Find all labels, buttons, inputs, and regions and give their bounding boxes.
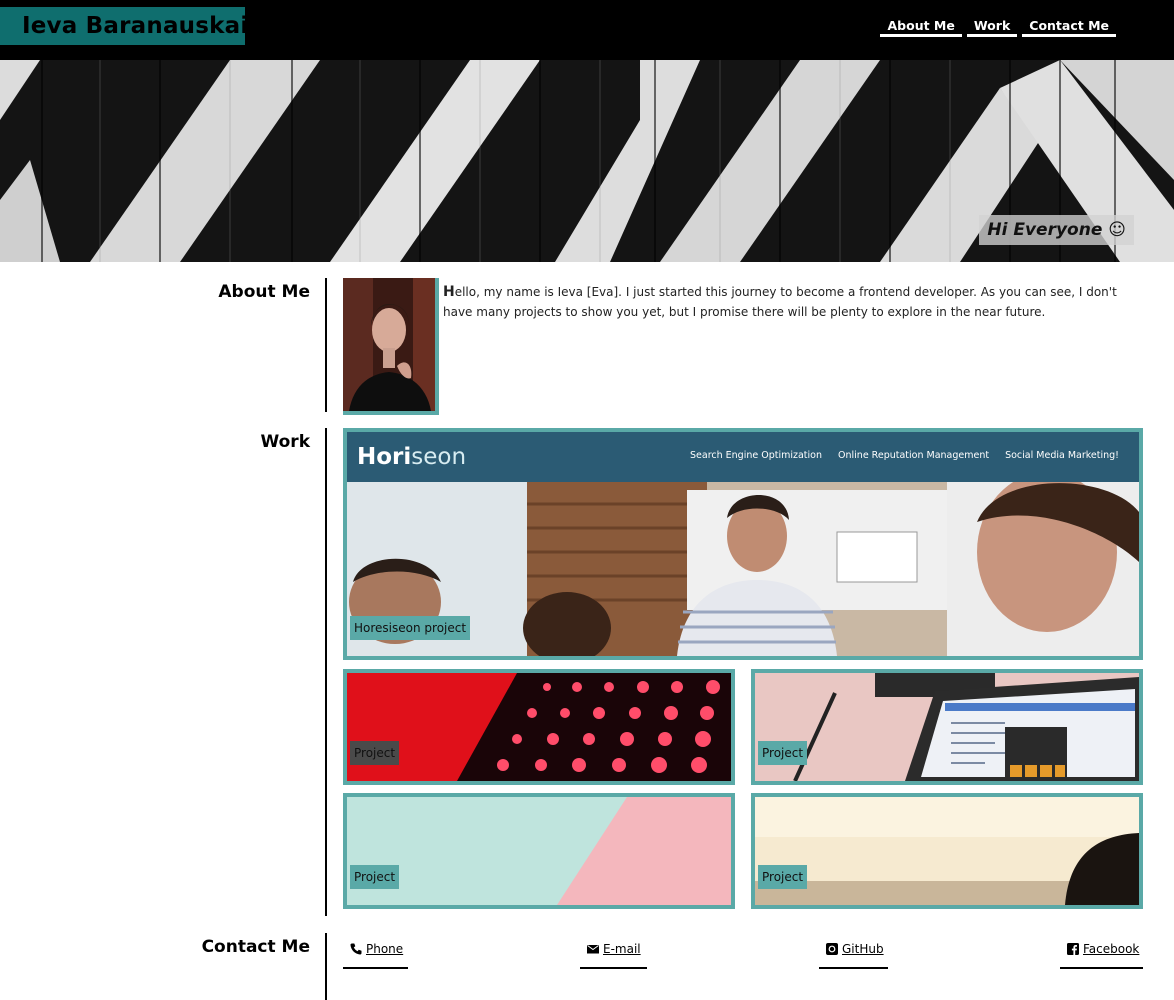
- project-card[interactable]: Project: [343, 669, 735, 785]
- work-divider: [325, 428, 327, 916]
- nav-about-me[interactable]: About Me: [880, 18, 962, 37]
- project-thumbnail-sunset: [755, 797, 1139, 905]
- phone-icon: [350, 943, 362, 955]
- site-header: Ieva Baranauskaite About Me Work Contact…: [0, 0, 1174, 60]
- horiseon-nav-item: Social Media Marketing!: [1005, 450, 1119, 461]
- horiseon-nav: Search Engine Optimization Online Reputa…: [690, 450, 1119, 461]
- featured-project-label[interactable]: Horesiseon project: [350, 616, 471, 640]
- contact-email-link[interactable]: E-mail: [580, 941, 647, 969]
- contact-github-label: GitHub: [842, 942, 884, 956]
- hero-greeting: Hi Everyone ☺: [979, 215, 1134, 245]
- nav-work[interactable]: Work: [966, 18, 1018, 37]
- envelope-icon: [587, 943, 599, 955]
- contact-facebook-label: Facebook: [1083, 942, 1140, 956]
- project-thumbnail-laptop-code: [755, 673, 1139, 781]
- about-intro: Hello, my name is Ieva [Eva]. I just sta…: [443, 282, 1143, 322]
- contact-facebook-link[interactable]: Facebook: [1060, 941, 1143, 969]
- horiseon-logo-part-a: Hori: [357, 444, 412, 470]
- project-card[interactable]: Project: [343, 793, 735, 909]
- contact-phone-label: Phone: [366, 942, 404, 956]
- about-section-title: About Me: [218, 282, 310, 302]
- facebook-icon: [1067, 943, 1079, 955]
- github-icon: [826, 943, 838, 955]
- project-label[interactable]: Project: [758, 865, 808, 889]
- contact-github-link[interactable]: GitHub: [819, 941, 888, 969]
- project-thumbnail-pastel: [347, 797, 731, 905]
- project-thumbnail-led-wall: [347, 673, 731, 781]
- horiseon-nav-item: Online Reputation Management: [838, 450, 990, 461]
- project-label[interactable]: Project: [350, 865, 400, 889]
- about-intro-body: ello, my name is Ieva [Eva]. I just star…: [443, 285, 1117, 319]
- featured-project-card[interactable]: Horiseon Search Engine Optimization Onli…: [343, 428, 1143, 660]
- horiseon-logo: Horiseon: [357, 442, 466, 472]
- project-card[interactable]: Project: [751, 669, 1143, 785]
- about-divider: [325, 278, 327, 412]
- contact-section-title: Contact Me: [201, 937, 310, 957]
- site-brand[interactable]: Ieva Baranauskaite: [0, 7, 275, 45]
- work-section-title: Work: [260, 432, 310, 452]
- profile-photo: [343, 278, 439, 415]
- main-nav: About Me Work Contact Me: [880, 18, 1116, 37]
- horiseon-logo-part-b: seon: [411, 444, 467, 470]
- hero-banner: Hi Everyone ☺: [0, 60, 1174, 262]
- horiseon-nav-item: Search Engine Optimization: [690, 450, 823, 461]
- nav-contact-me[interactable]: Contact Me: [1022, 18, 1116, 37]
- contact-divider: [325, 933, 327, 1000]
- contact-phone-link[interactable]: Phone: [343, 941, 408, 969]
- contact-email-label: E-mail: [603, 942, 641, 956]
- about-intro-initial: H: [443, 284, 455, 300]
- project-card[interactable]: Project: [751, 793, 1143, 909]
- project-label[interactable]: Project: [350, 741, 400, 765]
- profile-photo-image: [343, 278, 435, 411]
- project-label[interactable]: Project: [758, 741, 808, 765]
